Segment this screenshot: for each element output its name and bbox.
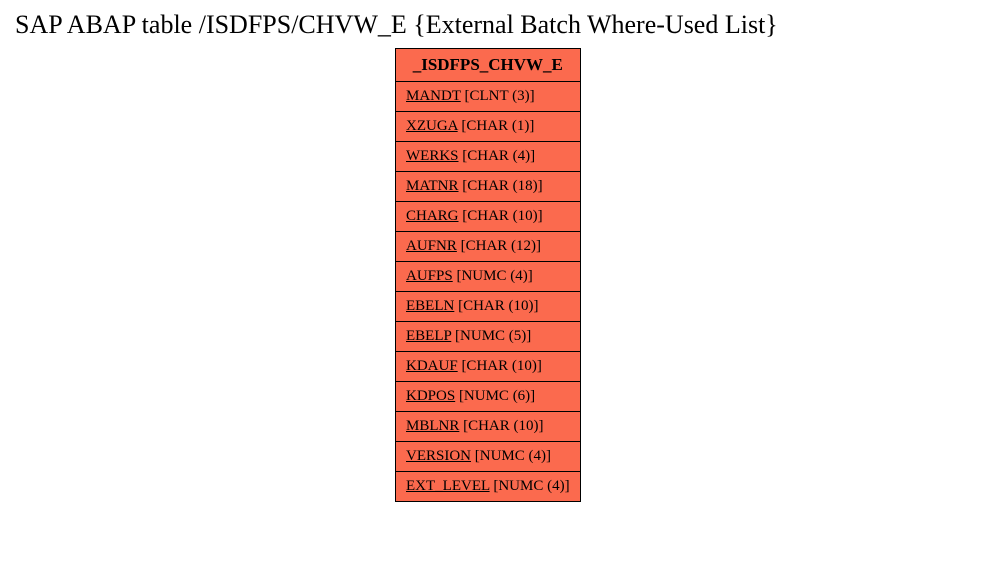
field-type: [CHAR (12)] bbox=[461, 238, 541, 254]
table-row: CHARG [CHAR (10)] bbox=[396, 202, 581, 232]
field-name: MANDT bbox=[406, 88, 461, 104]
field-name: KDPOS bbox=[406, 388, 455, 404]
field-name: MATNR bbox=[406, 178, 459, 194]
field-name: EXT_LEVEL bbox=[406, 478, 490, 494]
field-type: [CHAR (10)] bbox=[458, 298, 538, 314]
field-type: [CHAR (10)] bbox=[463, 418, 543, 434]
table-row: XZUGA [CHAR (1)] bbox=[396, 112, 581, 142]
table-header: _ISDFPS_CHVW_E bbox=[396, 49, 581, 82]
field-name: VERSION bbox=[406, 448, 471, 464]
field-type: [NUMC (4)] bbox=[456, 268, 532, 284]
field-type: [NUMC (4)] bbox=[493, 478, 569, 494]
field-type: [NUMC (5)] bbox=[455, 328, 531, 344]
field-type: [CHAR (1)] bbox=[461, 118, 534, 134]
field-name: EBELP bbox=[406, 328, 451, 344]
table-row: AUFNR [CHAR (12)] bbox=[396, 232, 581, 262]
table-row: EBELN [CHAR (10)] bbox=[396, 292, 581, 322]
table-row: WERKS [CHAR (4)] bbox=[396, 142, 581, 172]
field-name: AUFNR bbox=[406, 238, 457, 254]
table-row: VERSION [NUMC (4)] bbox=[396, 442, 581, 472]
field-name: XZUGA bbox=[406, 118, 458, 134]
field-type: [CHAR (10)] bbox=[462, 208, 542, 224]
field-type: [CLNT (3)] bbox=[464, 88, 534, 104]
table-row: KDAUF [CHAR (10)] bbox=[396, 352, 581, 382]
field-name: WERKS bbox=[406, 148, 459, 164]
field-name: CHARG bbox=[406, 208, 459, 224]
table-row: AUFPS [NUMC (4)] bbox=[396, 262, 581, 292]
field-name: EBELN bbox=[406, 298, 454, 314]
abap-table-diagram: _ISDFPS_CHVW_E MANDT [CLNT (3)] XZUGA [C… bbox=[395, 48, 581, 502]
table-row: MBLNR [CHAR (10)] bbox=[396, 412, 581, 442]
table-row: MATNR [CHAR (18)] bbox=[396, 172, 581, 202]
page-title: SAP ABAP table /ISDFPS/CHVW_E {External … bbox=[15, 10, 778, 40]
field-type: [NUMC (6)] bbox=[459, 388, 535, 404]
table-row: EXT_LEVEL [NUMC (4)] bbox=[396, 472, 581, 502]
table-row: KDPOS [NUMC (6)] bbox=[396, 382, 581, 412]
table-row: MANDT [CLNT (3)] bbox=[396, 82, 581, 112]
field-type: [CHAR (4)] bbox=[462, 148, 535, 164]
field-name: AUFPS bbox=[406, 268, 453, 284]
field-type: [CHAR (18)] bbox=[462, 178, 542, 194]
field-name: KDAUF bbox=[406, 358, 458, 374]
field-name: MBLNR bbox=[406, 418, 459, 434]
field-type: [CHAR (10)] bbox=[461, 358, 541, 374]
table-row: EBELP [NUMC (5)] bbox=[396, 322, 581, 352]
field-type: [NUMC (4)] bbox=[475, 448, 551, 464]
